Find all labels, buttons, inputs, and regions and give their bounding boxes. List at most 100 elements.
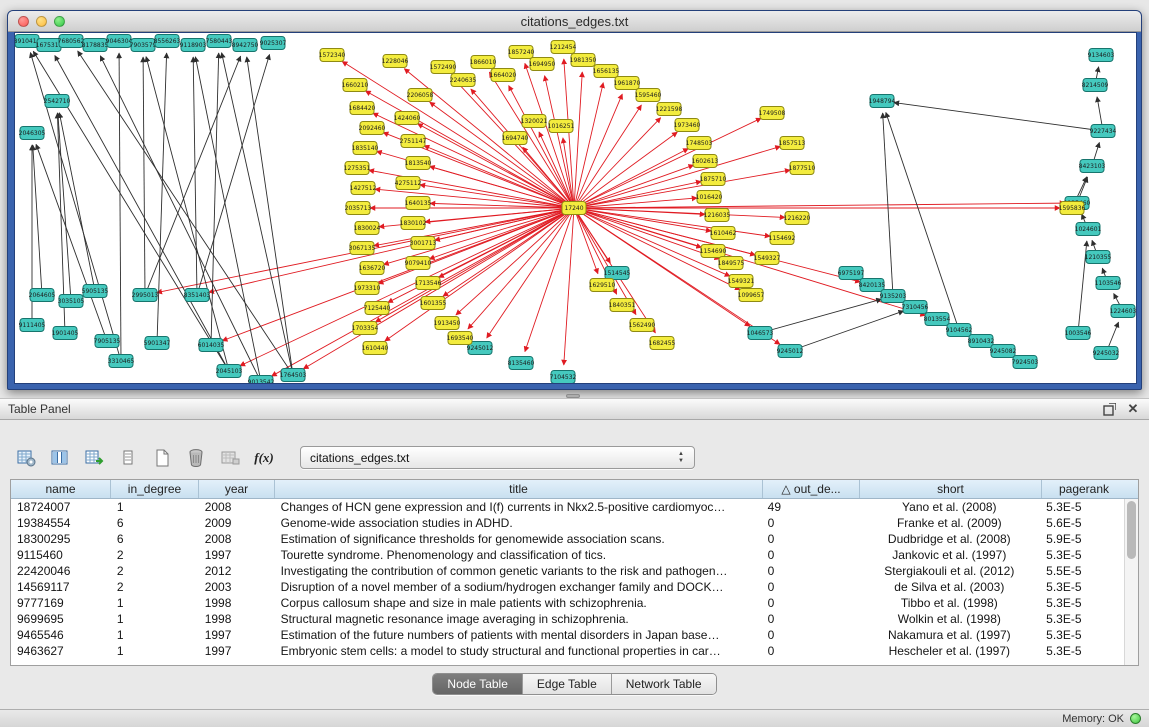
column-header-in-degree[interactable]: in_degree [111,480,199,498]
tab-network-table[interactable]: Network Table [612,674,716,694]
cell-out-degree: 0 [762,643,859,659]
table-row[interactable]: 2242004622012Investigating the contribut… [11,563,1124,579]
table-row[interactable]: 1456911722003Disruption of a novel membe… [11,579,1124,595]
delete-table-button[interactable] [184,447,208,469]
graph-node-label: 7104532 [550,374,577,381]
graph-edge[interactable] [143,57,145,295]
cell-year: 1997 [199,643,275,659]
column-header-year[interactable]: year [199,480,275,498]
graph-node-label: 7680562 [58,38,85,45]
column-header-title[interactable]: title [275,480,763,498]
graph-edge[interactable] [430,102,574,208]
graph-edge[interactable] [487,208,574,338]
network-view-canvas[interactable]: 8910416167531576805628178835904630479035… [14,32,1137,384]
graph-node-label: 2240635 [450,77,477,84]
cell-out-degree: 0 [762,531,859,547]
table-row[interactable]: 1830029562008Estimation of significance … [11,531,1124,547]
graph-edge[interactable] [574,105,641,208]
cell-short: Stergiakouli et al. (2012) [858,563,1040,579]
table-row[interactable]: 911546021997Tourette syndrome. Phenomeno… [11,547,1124,563]
window-titlebar[interactable]: citations_edges.txt [8,11,1141,32]
graph-edge[interactable] [157,53,167,343]
import-table-button[interactable] [82,447,106,469]
graph-node-label: 1549327 [754,255,781,262]
graph-node-label: 7125440 [364,305,391,312]
graph-edge[interactable] [574,118,761,208]
column-header-name[interactable]: name [11,480,111,498]
cell-pagerank: 5.3E-5 [1040,579,1124,595]
graph-edge[interactable] [209,208,574,292]
citation-network-graph[interactable]: 8910416167531576805628178835904630479035… [15,33,1137,384]
tab-node-table[interactable]: Node Table [433,674,523,694]
graph-edge[interactable] [100,56,261,382]
table-row[interactable]: 969969511998Structural magnetic resonanc… [11,611,1124,627]
graph-edge[interactable] [193,57,197,295]
graph-edge[interactable] [894,103,1103,131]
graph-edge[interactable] [424,146,574,208]
table-scrollbar-thumb[interactable] [1127,501,1136,559]
import-table-disabled-button[interactable] [218,447,242,469]
graph-edge[interactable] [574,72,582,208]
column-header-out-degree[interactable]: △ out_de... [763,480,860,498]
graph-edge[interactable] [195,57,261,382]
table-scrollbar[interactable] [1124,499,1138,665]
graph-edge[interactable] [760,299,881,333]
show-columns-button[interactable] [48,447,72,469]
table-row[interactable]: 977716911998Corpus callosum shape and si… [11,595,1124,611]
table-settings-button[interactable] [14,447,38,469]
graph-edge[interactable] [197,54,270,295]
table-row[interactable]: 1938455462009Genome-wide association stu… [11,515,1124,531]
graph-node-label: 7580443 [206,38,233,45]
graph-node-label: 1973310 [354,285,381,292]
cell-in-degree: 6 [111,515,199,531]
column-header-pagerank[interactable]: pagerank [1042,480,1126,498]
graph-edge[interactable] [222,208,574,341]
graph-edge[interactable] [211,53,219,345]
graph-edge[interactable] [119,53,121,361]
graph-node-label: 1016251 [548,123,575,130]
graph-edge[interactable] [58,113,71,301]
graph-edge[interactable] [33,145,42,295]
cell-title: Estimation of significance thresholds fo… [275,531,762,547]
cell-pagerank: 5.3E-5 [1040,547,1124,563]
table-combobox-value: citations_edges.txt [301,451,672,465]
graph-edge[interactable] [247,57,293,375]
cell-year: 2008 [199,531,275,547]
graph-edge[interactable] [78,51,293,375]
table-combobox[interactable]: citations_edges.txt ▲▼ [300,446,695,469]
table-row[interactable]: 1872400712008Changes of HCN gene express… [11,499,1124,515]
graph-node-label: 1636720 [359,265,386,272]
graph-edge[interactable] [420,185,574,208]
graph-edge[interactable] [240,208,574,366]
graph-node-label: 2206058 [407,92,434,99]
column-header-short[interactable]: short [860,480,1042,498]
graph-node-label: 17240 [564,205,583,212]
tab-edge-table[interactable]: Edge Table [523,674,612,694]
graph-edge[interactable] [59,113,95,291]
graph-edge[interactable] [222,53,293,375]
cell-year: 2003 [199,579,275,595]
row-options-button[interactable] [116,447,140,469]
graph-edge[interactable] [271,208,574,376]
graph-edge[interactable] [790,311,904,351]
close-panel-icon[interactable]: ✕ [1125,401,1141,417]
table-row[interactable]: 946554611997Estimation of the future num… [11,627,1124,643]
graph-edge[interactable] [525,63,574,208]
table-row[interactable]: 946362711997Embryonic stem cells: a mode… [11,643,1124,659]
graph-edge[interactable] [146,57,229,371]
graph-edge[interactable] [456,208,574,315]
graph-edge[interactable] [55,56,229,371]
graph-edge[interactable] [574,94,622,208]
graph-edge[interactable] [523,147,574,208]
graph-edge[interactable] [574,149,688,208]
graph-node-label: 1857240 [508,49,535,56]
function-builder-button[interactable]: f(x) [252,447,276,469]
cell-short: Tibbo et al. (1998) [858,595,1040,611]
graph-edge[interactable] [574,118,661,208]
new-table-button[interactable] [150,447,174,469]
graph-node-label: 1024601 [1075,226,1102,233]
graph-edge[interactable] [564,208,574,365]
graph-edge[interactable] [574,203,1065,208]
cell-name: 19384554 [11,515,111,531]
float-panel-icon[interactable] [1101,401,1117,417]
